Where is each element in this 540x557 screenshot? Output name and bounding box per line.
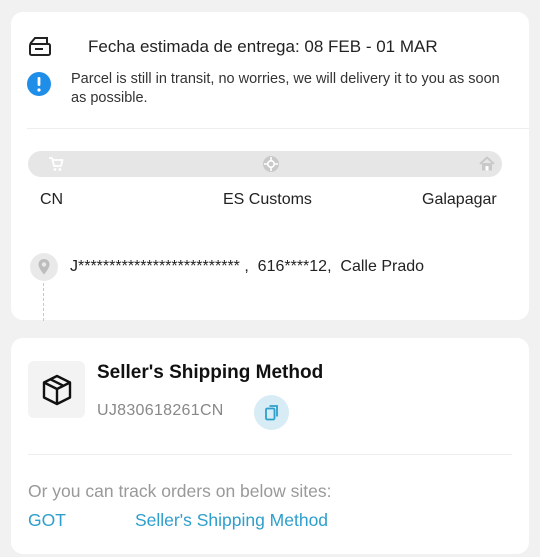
delivery-truck-icon (29, 37, 51, 56)
delivery-address-text: J************************** , 616****12,… (70, 258, 425, 275)
info-icon (27, 72, 51, 96)
stage-label-customs: ES Customs (223, 191, 312, 208)
timeline-connector (43, 283, 44, 321)
tracking-status-card: Fecha estimada de entrega: 08 FEB - 01 M… (11, 12, 529, 321)
cart-icon (49, 157, 64, 171)
delivery-estimate-row: Fecha estimada de entrega: 08 FEB - 01 M… (27, 34, 438, 60)
shipping-method-title: Seller's Shipping Method (97, 362, 324, 383)
package-icon (42, 374, 71, 405)
transit-notice: Parcel is still in transit, no worries, … (27, 70, 511, 108)
tracking-progress-bar (28, 151, 502, 177)
tracking-number: UJ830618261CN (97, 402, 224, 419)
track-site-link-got[interactable]: GOT (28, 510, 66, 531)
divider (28, 454, 512, 455)
delivery-address-row: J************************** , 616****12,… (30, 253, 424, 281)
transit-notice-text: Parcel is still in transit, no worries, … (71, 71, 500, 106)
divider (27, 128, 529, 129)
package-icon-tile (28, 361, 85, 418)
stage-label-destination: Galapagar (422, 191, 497, 208)
location-pin-icon (30, 253, 58, 281)
track-sites-prompt: Or you can track orders on below sites: (28, 481, 332, 501)
delivery-estimate-text: Fecha estimada de entrega: 08 FEB - 01 M… (88, 37, 438, 56)
copy-tracking-button[interactable] (254, 395, 289, 430)
shipping-method-card: Seller's Shipping Method UJ830618261CN O… (11, 338, 529, 554)
copy-icon (264, 404, 278, 420)
customs-icon (263, 156, 279, 172)
track-site-link-seller[interactable]: Seller's Shipping Method (135, 510, 328, 531)
home-icon (479, 156, 495, 171)
stage-label-origin: CN (40, 191, 64, 208)
